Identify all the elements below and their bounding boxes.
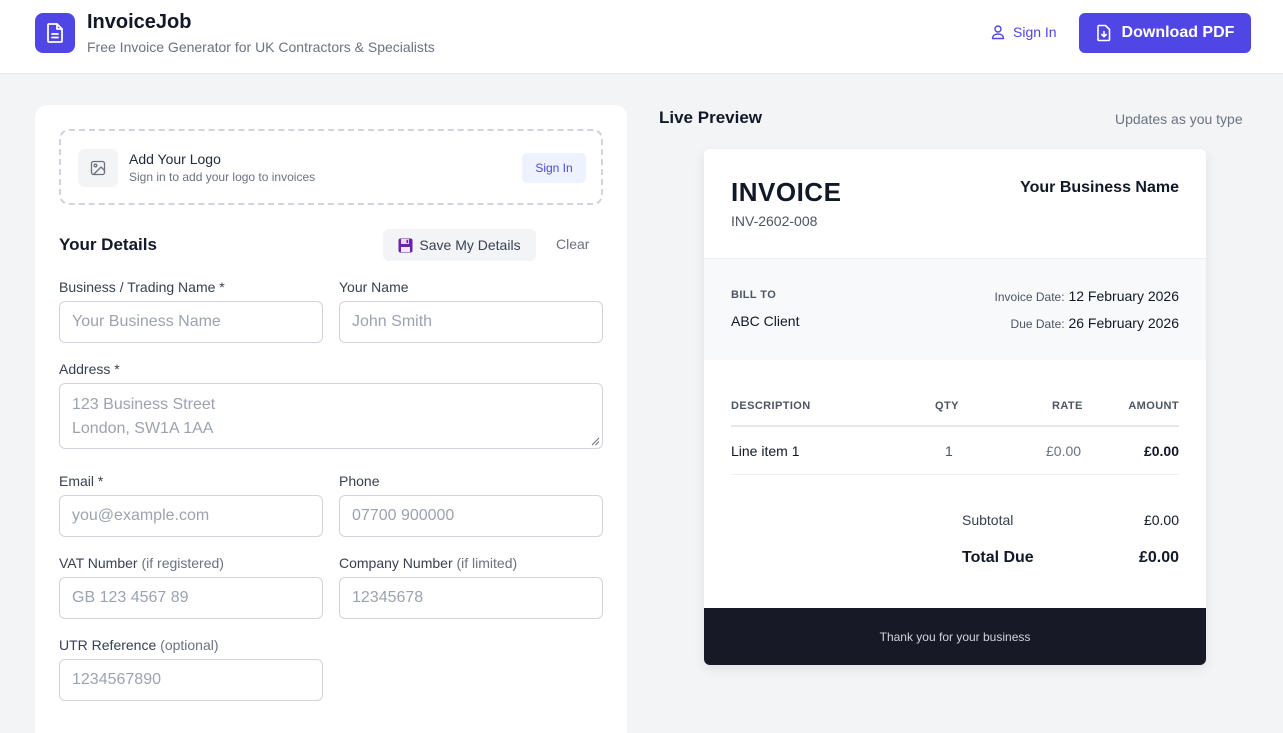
total-due-label: Total Due	[962, 549, 1034, 566]
app-logo[interactable]	[35, 13, 75, 53]
download-pdf-label: Download PDF	[1121, 24, 1235, 41]
resize-handle-icon[interactable]	[591, 437, 600, 446]
your-name-input[interactable]: John Smith	[339, 301, 603, 343]
phone-input[interactable]: 07700 900000	[339, 495, 603, 537]
bill-to-name: ABC Client	[731, 313, 800, 329]
vat-label: VAT Number (if registered)	[59, 555, 224, 571]
bill-to-label: BILL TO	[731, 289, 777, 301]
invoice-heading: INVOICE	[731, 177, 842, 207]
subtotal-value: £0.00	[1143, 512, 1179, 528]
logo-placeholder	[78, 149, 118, 187]
image-icon	[90, 160, 106, 176]
invoice-business-name: Your Business Name	[1020, 179, 1179, 196]
company-number-label-hint: (if limited)	[456, 555, 518, 571]
company-number-label: Company Number (if limited)	[339, 555, 517, 571]
your-details-title: Your Details	[59, 235, 157, 254]
app-header: InvoiceJob Free Invoice Generator for UK…	[0, 0, 1283, 74]
utr-input[interactable]: 1234567890	[59, 659, 323, 701]
live-preview-title: Live Preview	[659, 108, 763, 127]
live-preview-note: Updates as you type	[1115, 111, 1243, 127]
company-number-label-text: Company Number	[339, 555, 453, 571]
clear-button[interactable]: Clear	[556, 236, 589, 252]
column-header-description: DESCRIPTION	[731, 400, 811, 412]
vat-label-hint: (if registered)	[141, 555, 224, 571]
table-row-divider	[731, 474, 1179, 475]
line-item-amount: £0.00	[1143, 443, 1179, 459]
invoice-date: Invoice Date: 12 February 2026	[995, 288, 1179, 304]
company-number-input[interactable]: 12345678	[339, 577, 603, 619]
invoice-number: INV-2602-008	[731, 213, 818, 229]
due-date: Due Date: 26 February 2026	[1011, 315, 1179, 331]
your-name-label: Your Name	[339, 279, 409, 295]
business-name-label: Business / Trading Name *	[59, 279, 225, 295]
subtotal-label: Subtotal	[962, 512, 1014, 528]
phone-label: Phone	[339, 473, 380, 489]
invoice-preview: INVOICE INV-2602-008 Your Business Name …	[704, 149, 1206, 665]
column-header-amount: AMOUNT	[1128, 400, 1179, 412]
due-date-label: Due Date:	[1010, 317, 1065, 331]
save-details-button[interactable]: Save My Details	[383, 229, 536, 261]
app-subtitle: Free Invoice Generator for UK Contractor…	[87, 39, 435, 55]
vat-label-text: VAT Number	[59, 555, 138, 571]
user-icon	[991, 25, 1005, 40]
invoice-date-value: 12 February 2026	[1068, 288, 1179, 304]
logo-upload-title: Add Your Logo	[129, 151, 221, 167]
address-label: Address *	[59, 361, 120, 377]
business-name-input[interactable]: Your Business Name	[59, 301, 323, 343]
invoice-footer: Thank you for your business	[704, 608, 1206, 665]
vat-input[interactable]: GB 123 4567 89	[59, 577, 323, 619]
save-details-label: Save My Details	[419, 237, 521, 253]
total-due-value: £0.00	[1138, 549, 1179, 566]
download-pdf-button[interactable]: Download PDF	[1079, 13, 1251, 53]
logo-upload-area[interactable]: Add Your Logo Sign in to add your logo t…	[59, 129, 603, 205]
utr-label-hint: (optional)	[160, 637, 219, 653]
email-input[interactable]: you@example.com	[59, 495, 323, 537]
utr-label-text: UTR Reference	[59, 637, 157, 653]
sign-in-label: Sign In	[1013, 24, 1057, 40]
line-item-description: Line item 1	[731, 443, 800, 459]
header-sign-in-button[interactable]: Sign In	[990, 24, 1057, 40]
document-icon	[47, 23, 63, 43]
table-header-divider	[731, 425, 1179, 427]
email-label: Email *	[59, 473, 104, 489]
invoice-meta: BILL TO ABC Client Invoice Date: 12 Febr…	[704, 258, 1206, 360]
column-header-qty: QTY	[935, 400, 959, 412]
app-title: InvoiceJob	[87, 11, 192, 33]
logo-upload-subtitle: Sign in to add your logo to invoices	[129, 170, 316, 184]
download-file-icon	[1096, 24, 1110, 42]
logo-sign-in-button[interactable]: Sign In	[522, 153, 586, 183]
address-placeholder-line1: 123 Business Street	[72, 396, 216, 413]
line-item-qty: 1	[945, 443, 953, 459]
address-textarea[interactable]: 123 Business Street London, SW1A 1AA	[59, 383, 603, 449]
utr-label: UTR Reference (optional)	[59, 637, 219, 653]
invoice-date-label: Invoice Date:	[994, 290, 1065, 304]
column-header-rate: RATE	[1052, 400, 1083, 412]
details-form-card: Add Your Logo Sign in to add your logo t…	[35, 105, 627, 733]
address-placeholder-line2: London, SW1A 1AA	[72, 420, 214, 437]
due-date-value: 26 February 2026	[1068, 315, 1179, 331]
line-item-rate: £0.00	[1046, 443, 1082, 459]
floppy-disk-icon	[398, 238, 413, 252]
